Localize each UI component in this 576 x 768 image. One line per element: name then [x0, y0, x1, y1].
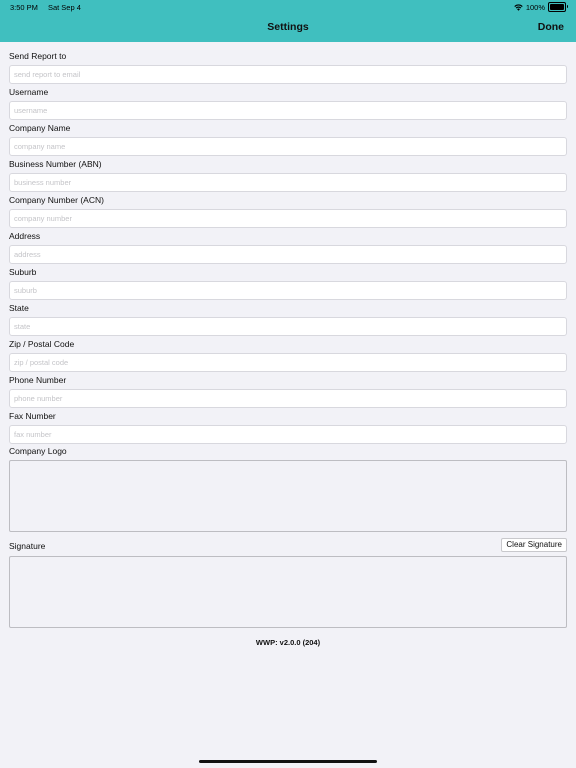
- fax-input[interactable]: [9, 425, 567, 444]
- nav-header: 3:50 PM Sat Sep 4 100% Settings Done: [0, 0, 576, 42]
- field-label: Phone Number: [9, 375, 67, 385]
- address-input[interactable]: [9, 245, 567, 264]
- signature-pad[interactable]: [9, 556, 567, 628]
- suburb-input[interactable]: [9, 281, 567, 300]
- company-name-input[interactable]: [9, 137, 567, 156]
- business-number-input[interactable]: [9, 173, 567, 192]
- signature-header: Signature Clear Signature: [9, 538, 567, 553]
- send-report-to-input[interactable]: [9, 65, 567, 84]
- field-label: Business Number (ABN): [9, 159, 102, 169]
- field-address: Address: [9, 230, 567, 266]
- version-label: WWP: v2.0.0 (204): [255, 638, 321, 647]
- battery-percent: 100%: [525, 2, 545, 12]
- done-button[interactable]: Done: [538, 21, 564, 33]
- field-state: State: [9, 302, 567, 338]
- username-input[interactable]: [9, 101, 567, 120]
- field-phone: Phone Number: [9, 374, 567, 410]
- field-suburb: Suburb: [9, 266, 567, 302]
- field-label: Company Number (ACN): [9, 195, 104, 205]
- field-company-number: Company Number (ACN): [9, 194, 567, 230]
- home-indicator[interactable]: [199, 760, 377, 763]
- clear-signature-button[interactable]: Clear Signature: [501, 538, 567, 552]
- field-company-name: Company Name: [9, 122, 567, 158]
- signature-label: Signature: [9, 541, 46, 551]
- status-date: Sat Sep 4: [47, 3, 81, 12]
- field-fax: Fax Number: [9, 410, 567, 446]
- field-label: Zip / Postal Code: [9, 339, 75, 349]
- field-business-number: Business Number (ABN): [9, 158, 567, 194]
- field-username: Username: [9, 86, 567, 122]
- field-label: Suburb: [9, 267, 37, 277]
- field-label: Address: [9, 231, 41, 241]
- field-label: Fax Number: [9, 411, 56, 421]
- battery-icon: [548, 2, 568, 12]
- settings-screen: 3:50 PM Sat Sep 4 100% Settings Done Sen…: [0, 0, 576, 768]
- state-input[interactable]: [9, 317, 567, 336]
- phone-input[interactable]: [9, 389, 567, 408]
- wifi-icon: [514, 3, 523, 11]
- company-logo-area[interactable]: [9, 460, 567, 532]
- status-time: 3:50 PM: [10, 3, 38, 12]
- field-label: Send Report to: [9, 51, 67, 61]
- status-bar: 3:50 PM Sat Sep 4 100%: [0, 0, 576, 14]
- battery-fill: [550, 4, 564, 10]
- field-zip: Zip / Postal Code: [9, 338, 567, 374]
- page-title: Settings: [267, 21, 309, 33]
- field-label: Company Name: [9, 123, 71, 133]
- settings-form: Send Report to Username Company Name Bus…: [9, 50, 567, 628]
- company-logo-label: Company Logo: [9, 446, 67, 456]
- field-label: Username: [9, 87, 49, 97]
- field-label: State: [9, 303, 29, 313]
- zip-input[interactable]: [9, 353, 567, 372]
- company-number-input[interactable]: [9, 209, 567, 228]
- field-send-report-to: Send Report to: [9, 50, 567, 86]
